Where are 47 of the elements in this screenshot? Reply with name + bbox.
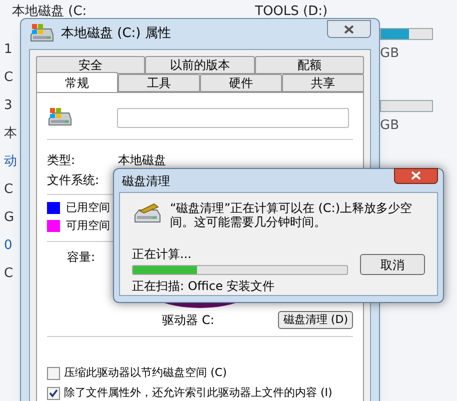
dialog-message: “磁盘清理”正在计算可以在 (C:)上释放多少空间。这可能需要几分钟时间。 xyxy=(170,201,414,229)
drive-text: 本 xyxy=(4,125,17,143)
window-title: 本地磁盘 (C:) 属性 xyxy=(61,25,171,44)
drive-usage-bar xyxy=(380,28,433,40)
tab[interactable]: 安全 xyxy=(36,56,146,74)
drive-label: 本地磁盘 (C: xyxy=(12,3,87,21)
scanning-text: 正在扫描: Office 安装文件 xyxy=(132,278,276,295)
capacity-label: 容量: xyxy=(67,249,96,266)
legend-label: 可用空间 xyxy=(66,218,110,234)
check-icon xyxy=(49,388,58,398)
tab[interactable]: 配额 xyxy=(254,56,364,74)
close-button[interactable] xyxy=(394,168,438,184)
drive-text: C xyxy=(4,265,14,283)
option-label: 压缩此驱动器以节约磁盘空间 (C) xyxy=(64,364,227,381)
drive-size: GB xyxy=(380,116,400,134)
disk-cleanup-button[interactable]: 磁盘清理 (D) xyxy=(278,311,353,329)
checkbox[interactable] xyxy=(47,386,60,400)
close-button[interactable] xyxy=(327,20,371,38)
field-label: 类型: xyxy=(47,152,76,169)
drive-name-field[interactable] xyxy=(117,108,349,128)
legend-label: 已用空间 xyxy=(66,200,110,216)
checkbox[interactable] xyxy=(47,366,60,380)
option-label: 除了文件属性外，还允许索引此驱动器上文件的内容 (I) xyxy=(64,384,332,401)
close-icon xyxy=(344,24,354,34)
field-value: 本地磁盘 xyxy=(118,152,166,169)
disk-broom-icon xyxy=(132,201,162,225)
drive-label: 驱动器 C: xyxy=(162,312,214,329)
drive-size: GB xyxy=(380,45,400,63)
field-label: 文件系统: xyxy=(47,172,100,189)
drive-text: G xyxy=(4,209,14,227)
tab[interactable]: 共享 xyxy=(282,74,364,92)
drive-text: 动 xyxy=(4,153,17,171)
dialog-title: 磁盘清理 xyxy=(121,172,170,190)
drive-text: 3 xyxy=(4,97,12,115)
tab[interactable]: 硬件 xyxy=(200,74,282,92)
drive-text: 1 xyxy=(4,41,12,59)
drive-text: C xyxy=(4,69,14,87)
drive-usage-bar xyxy=(380,100,433,112)
status-text: 正在计算... xyxy=(132,246,192,263)
drive-label: TOOLS (D:) xyxy=(255,3,328,21)
tab[interactable]: 常规 xyxy=(36,72,118,92)
drive-text: C xyxy=(4,181,14,199)
cancel-button[interactable]: 取消 xyxy=(360,254,425,275)
drive-text: 0 xyxy=(4,237,12,255)
close-icon xyxy=(411,171,421,180)
tab[interactable]: 以前的版本 xyxy=(145,56,255,74)
tab[interactable]: 工具 xyxy=(118,74,200,92)
